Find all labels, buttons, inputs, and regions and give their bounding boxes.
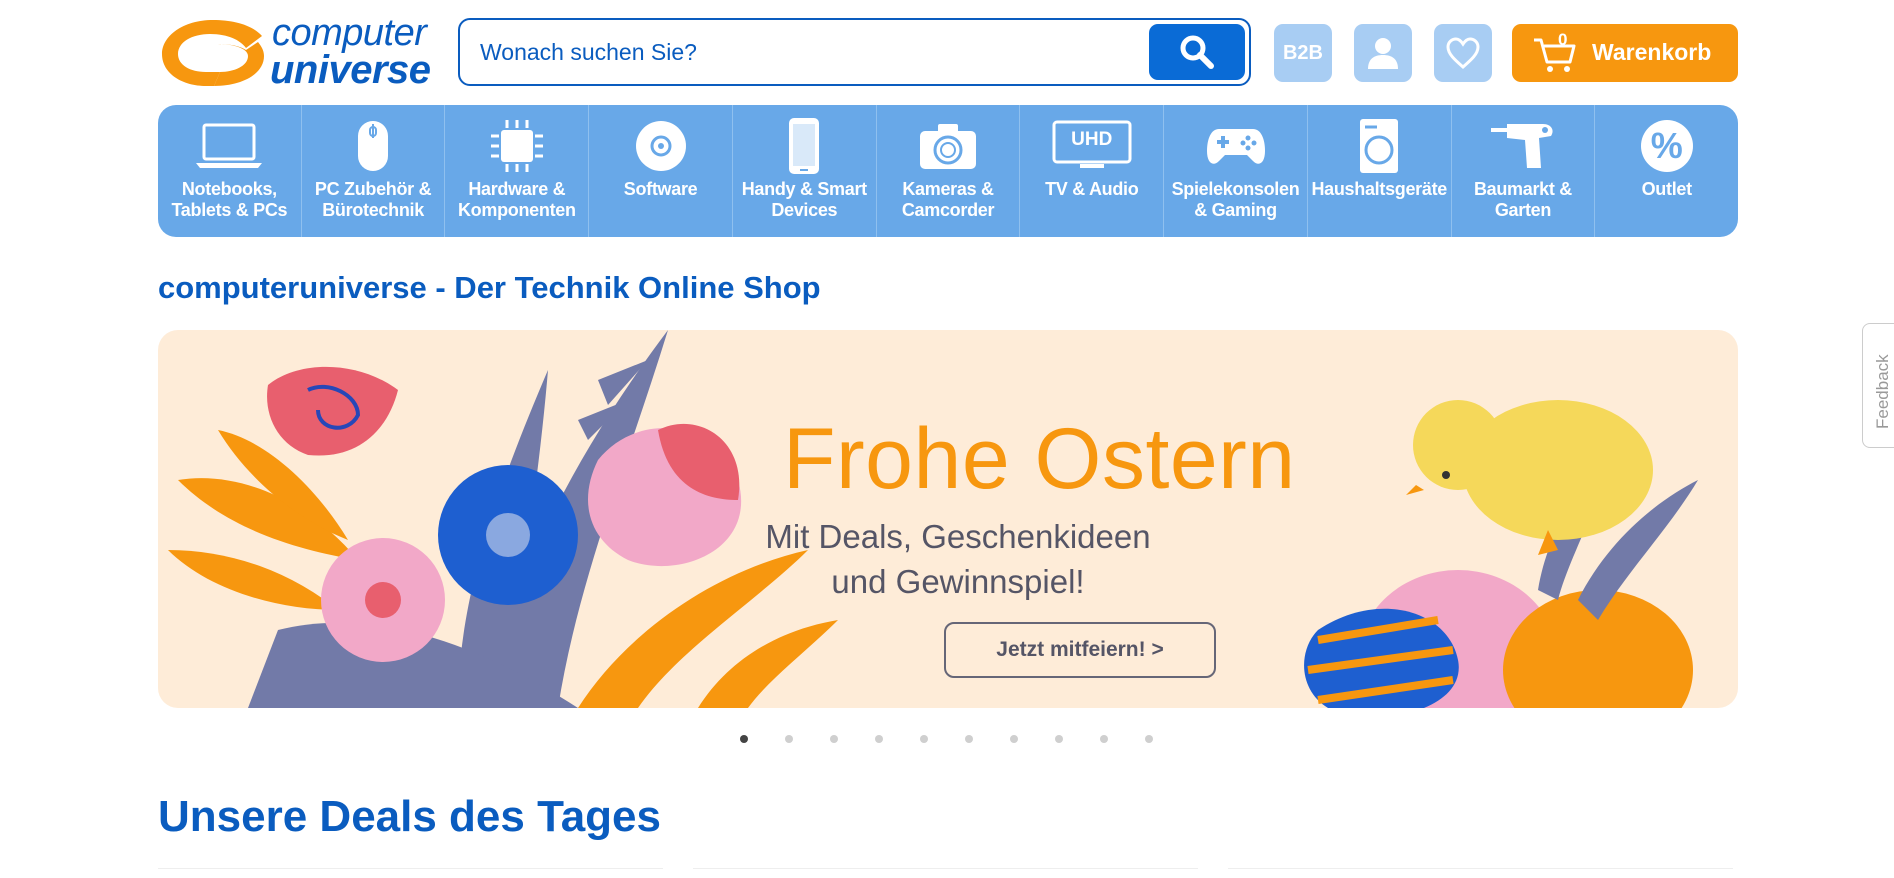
category-label: Handy & Smart Devices	[741, 179, 867, 220]
disc-icon	[635, 121, 686, 171]
banner-title: Frohe Ostern	[783, 411, 1296, 507]
b2b-button[interactable]: B2B	[1274, 24, 1332, 82]
category-kameras[interactable]: Kameras & Camcorder	[877, 105, 1021, 237]
drill-icon	[1490, 124, 1553, 168]
category-label: Baumarkt & Garten	[1473, 179, 1572, 220]
user-icon	[1368, 38, 1398, 69]
header: computer universe B2B	[158, 12, 1738, 92]
wishlist-button[interactable]	[1434, 24, 1492, 82]
deals-heading: Unsere Deals des Tages	[158, 792, 661, 841]
category-nav: Notebooks, Tablets & PCs PC Zubehör & Bü…	[158, 105, 1738, 237]
category-label: Software	[623, 179, 698, 199]
category-label: PC Zubehör & Bürotechnik	[314, 179, 432, 220]
feedback-label: Feedback	[1873, 354, 1892, 429]
banner-subtitle-line1: Mit Deals, Geschenkideen	[765, 518, 1151, 555]
promo-banner[interactable]: Frohe Ostern Mit Deals, Geschenkideen un…	[158, 330, 1738, 708]
tv-icon-label: UHD	[1071, 129, 1113, 150]
percent-icon-label: %	[1650, 125, 1683, 166]
gamepad-icon	[1206, 129, 1265, 164]
category-haushaltsgeraete[interactable]: Haushaltsgeräte	[1308, 105, 1452, 237]
carousel-dots	[740, 735, 1153, 743]
banner-subtitle-line2: und Gewinnspiel!	[831, 563, 1085, 600]
cart-count-badge: 0	[1558, 30, 1568, 49]
category-label: Haushaltsgeräte	[1311, 179, 1448, 199]
deal-card-top-edge	[693, 868, 1198, 878]
category-label: TV & Audio	[1045, 179, 1139, 199]
page: computer universe B2B	[0, 0, 1894, 878]
carousel-dot-9[interactable]	[1100, 735, 1108, 743]
account-button[interactable]	[1354, 24, 1412, 82]
category-software[interactable]: Software	[589, 105, 733, 237]
category-outlet[interactable]: % Outlet	[1595, 105, 1738, 237]
carousel-dot-4[interactable]	[875, 735, 883, 743]
category-hardware[interactable]: Hardware & Komponenten	[445, 105, 590, 237]
b2b-label: B2B	[1282, 41, 1323, 64]
cart-button[interactable]: 0 Warenkorb	[1512, 24, 1738, 82]
deal-card-top-edge	[1228, 868, 1733, 878]
category-label: Spielekonsolen & Gaming	[1171, 179, 1300, 220]
carousel-dot-2[interactable]	[785, 735, 793, 743]
category-label: Kameras & Camcorder	[901, 179, 995, 220]
carousel-dot-1[interactable]	[740, 735, 748, 743]
carousel-dot-3[interactable]	[830, 735, 838, 743]
page-heading: computeruniverse - Der Technik Online Sh…	[158, 270, 821, 305]
search-icon	[1180, 35, 1214, 69]
category-label: Notebooks, Tablets & PCs	[171, 179, 288, 220]
mouse-icon	[358, 121, 389, 171]
category-baumarkt[interactable]: Baumarkt & Garten	[1452, 105, 1596, 237]
category-handy[interactable]: Handy & Smart Devices	[733, 105, 877, 237]
carousel-dot-8[interactable]	[1055, 735, 1063, 743]
laptop-icon	[196, 123, 263, 168]
category-notebooks[interactable]: Notebooks, Tablets & PCs	[158, 105, 302, 237]
chip-icon	[490, 120, 543, 172]
phone-icon	[789, 118, 820, 174]
feedback-tab[interactable]: Feedback	[1862, 323, 1894, 448]
search-button[interactable]	[1149, 24, 1245, 80]
carousel-dot-6[interactable]	[965, 735, 973, 743]
cart-icon	[1534, 38, 1576, 72]
cart-label: Warenkorb	[1592, 39, 1712, 65]
search-input[interactable]	[480, 34, 1130, 70]
category-tv-audio[interactable]: UHD TV & Audio	[1020, 105, 1165, 237]
category-pc-zubehoer[interactable]: PC Zubehör & Bürotechnik	[302, 105, 446, 237]
washing-machine-icon	[1360, 119, 1399, 173]
banner-cta-button[interactable]: Jetzt mitfeiern! >	[944, 622, 1216, 678]
logo-mark-icon	[162, 20, 264, 86]
category-label: Hardware & Komponenten	[457, 179, 576, 220]
category-label: Outlet	[1641, 179, 1693, 199]
category-gaming[interactable]: Spielekonsolen & Gaming	[1164, 105, 1308, 237]
deal-card-top-edge	[158, 868, 663, 878]
logo[interactable]: computer universe	[158, 12, 438, 92]
search-box	[458, 18, 1251, 86]
carousel-dot-7[interactable]	[1010, 735, 1018, 743]
heart-icon	[1446, 37, 1480, 69]
carousel-dot-10[interactable]	[1145, 735, 1153, 743]
camera-icon	[920, 124, 977, 169]
carousel-dot-5[interactable]	[920, 735, 928, 743]
logo-text-universe: universe	[270, 48, 431, 92]
